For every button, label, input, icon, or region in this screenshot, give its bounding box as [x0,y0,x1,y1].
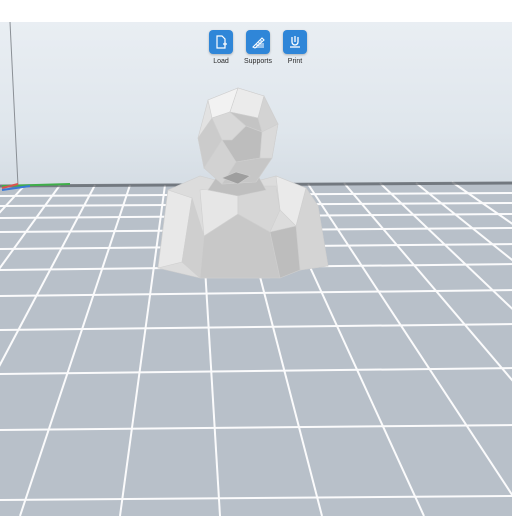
axis-indicator [1,22,71,191]
viewport-border [512,22,516,516]
print-button-face[interactable] [283,30,307,54]
supports-icon [252,37,265,49]
top-bar [0,0,516,22]
print-button[interactable]: Print [282,30,308,65]
toolbar: Load Supports Print [208,30,308,65]
supports-label: Supports [243,58,273,65]
load-label: Load [213,58,229,65]
print-label: Print [287,58,303,65]
supports-button-face[interactable] [246,30,270,54]
scene [0,22,516,516]
load-file-icon [216,35,227,49]
3d-viewport[interactable] [0,22,516,516]
load-button[interactable]: Load [208,30,234,65]
print-icon [290,36,300,48]
supports-button[interactable]: Supports [242,30,274,65]
load-button-face[interactable] [209,30,233,54]
